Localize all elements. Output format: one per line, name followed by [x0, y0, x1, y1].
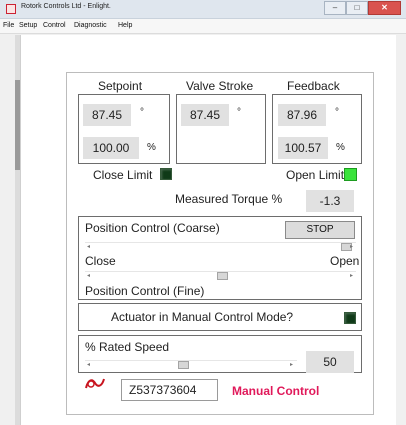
valve-stroke-value: 87.45 [181, 104, 229, 126]
maximize-button[interactable]: □ [346, 1, 368, 15]
position-coarse-label: Position Control (Coarse) [85, 221, 220, 235]
valve-stroke-unit: ° [237, 107, 241, 118]
manual-mode-question: Actuator in Manual Control Mode? [111, 310, 294, 324]
setpoint-value[interactable]: 87.45 [83, 104, 131, 126]
feedback-percent-unit: % [336, 142, 345, 153]
close-limit-label: Close Limit [93, 168, 153, 182]
torque-label: Measured Torque % [175, 192, 283, 206]
control-mode-status: Manual Control [232, 384, 320, 398]
open-limit-led [344, 168, 357, 181]
speed-left-arrow-icon[interactable]: ◂ [87, 361, 90, 369]
title-bar[interactable]: Rotork Controls Ltd - Enlight. – □ ✕ [0, 0, 406, 19]
menu-bar: File Setup Control Diagnostic Help [0, 19, 406, 34]
feedback-label: Feedback [287, 79, 340, 93]
setpoint-label: Setpoint [98, 79, 143, 93]
fine-slider-thumb[interactable] [217, 272, 228, 280]
position-fine-slider[interactable]: ◂ ▸ [85, 271, 356, 280]
maximize-icon: □ [354, 3, 360, 12]
app-icon [6, 4, 16, 14]
close-icon: ✕ [381, 3, 388, 12]
menu-file[interactable]: File [3, 22, 14, 29]
open-direction-label: Open [330, 254, 360, 268]
speed-right-arrow-icon[interactable]: ▸ [290, 361, 293, 369]
feedback-percent-value: 100.57 [278, 137, 328, 159]
menu-control[interactable]: Control [43, 22, 66, 29]
coarse-right-arrow-icon[interactable]: ▸ [350, 243, 353, 251]
fine-right-arrow-icon[interactable]: ▸ [350, 272, 353, 280]
position-coarse-slider[interactable]: ◂ ▸ [85, 242, 356, 251]
window-title: Rotork Controls Ltd - Enlight. [21, 3, 111, 10]
menu-diagnostic[interactable]: Diagnostic [74, 22, 107, 29]
rated-speed-label: % Rated Speed [85, 340, 170, 354]
rated-speed-value[interactable]: 50 [306, 351, 354, 373]
serial-number-field: Z537373604 [121, 379, 218, 401]
close-limit-led [160, 168, 172, 180]
menu-help[interactable]: Help [118, 22, 132, 29]
app-window: Rotork Controls Ltd - Enlight. – □ ✕ Fil… [0, 0, 406, 425]
feedback-unit: ° [335, 107, 339, 118]
position-fine-label: Position Control (Fine) [85, 284, 205, 298]
rotork-logo-icon [85, 378, 105, 389]
speed-slider-thumb[interactable] [177, 361, 189, 369]
close-direction-label: Close [85, 254, 116, 268]
close-button[interactable]: ✕ [368, 1, 401, 15]
coarse-left-arrow-icon[interactable]: ◂ [87, 243, 90, 251]
setpoint-unit: ° [140, 107, 144, 118]
rated-speed-slider[interactable]: ◂ ▸ [85, 360, 297, 369]
fine-left-arrow-icon[interactable]: ◂ [87, 272, 90, 280]
setpoint-percent-value[interactable]: 100.00 [83, 137, 139, 159]
torque-value: -1.3 [306, 190, 354, 212]
open-limit-label: Open Limit [286, 168, 345, 182]
valve-stroke-label: Valve Stroke [186, 79, 254, 93]
menu-setup[interactable]: Setup [19, 22, 37, 29]
manual-mode-led [344, 312, 356, 324]
stop-button[interactable]: STOP [285, 221, 355, 239]
setpoint-percent-unit: % [147, 142, 156, 153]
minimize-icon: – [332, 3, 338, 12]
minimize-button[interactable]: – [324, 1, 346, 15]
feedback-value: 87.96 [278, 104, 326, 126]
